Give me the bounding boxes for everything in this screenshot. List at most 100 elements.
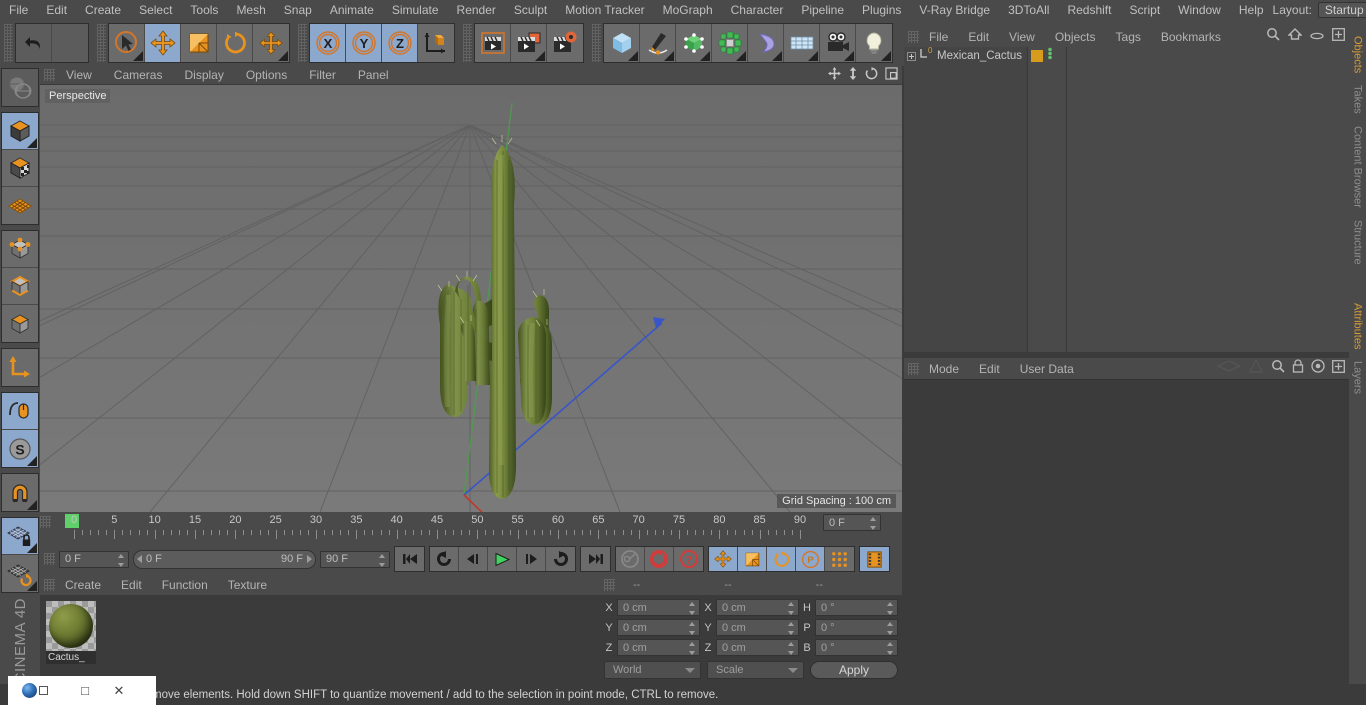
scale-tool[interactable]	[181, 24, 217, 62]
spinner-icon[interactable]	[118, 553, 125, 567]
menu-sculpt[interactable]: Sculpt	[505, 4, 556, 16]
attribute-menu-edit[interactable]: Edit	[969, 363, 1010, 375]
menu-3dtoall[interactable]: 3DToAll	[999, 4, 1058, 16]
menu-window[interactable]: Window	[1169, 4, 1230, 16]
object-layer-column[interactable]	[1067, 47, 1349, 352]
rotate-tool[interactable]	[217, 24, 253, 62]
right-tab-attributes[interactable]: Attributes	[1351, 297, 1365, 355]
ellipse-icon[interactable]	[1310, 28, 1324, 46]
play-button[interactable]	[488, 547, 517, 571]
coordinates-grip[interactable]	[604, 578, 615, 591]
spinner-icon[interactable]	[689, 642, 696, 655]
toolbar-grip-2[interactable]	[97, 24, 106, 62]
layers-icon[interactable]	[1216, 359, 1242, 378]
texture-mode-button[interactable]	[2, 150, 38, 187]
rotation-p-field[interactable]: 0 °	[815, 619, 898, 636]
object-menu-file[interactable]: File	[919, 31, 958, 43]
spinner-icon[interactable]	[788, 642, 795, 655]
rotation-b-field[interactable]: 0 °	[815, 639, 898, 656]
timeline-ruler[interactable]: 0 5 10 15 20 25 30 35 40 45 50 55 60 65 70 75 80 85 90	[55, 512, 815, 544]
make-editable-button[interactable]	[2, 69, 38, 106]
object-menu-tags[interactable]: Tags	[1106, 31, 1151, 43]
maximize-button[interactable]: □	[68, 683, 102, 698]
attribute-menu-mode[interactable]: Mode	[919, 363, 969, 375]
material-item[interactable]: Cactus_	[46, 601, 96, 664]
restore-icon[interactable]	[39, 686, 48, 695]
attribute-menu-user-data[interactable]: User Data	[1010, 363, 1084, 375]
spinner-icon[interactable]	[870, 517, 877, 530]
menu-v-ray-bridge[interactable]: V-Ray Bridge	[910, 4, 999, 16]
record-active-objects-button[interactable]	[616, 547, 645, 571]
search-icon[interactable]	[1266, 27, 1280, 46]
menu-help[interactable]: Help	[1230, 4, 1273, 16]
rotation-h-field[interactable]: 0 °	[815, 599, 898, 616]
add-nurbs-button[interactable]	[676, 24, 712, 62]
autokeying-button[interactable]	[645, 547, 674, 571]
add-light-button[interactable]	[856, 24, 892, 62]
spinner-icon[interactable]	[379, 553, 386, 567]
coordinate-system-select[interactable]: World	[604, 661, 701, 679]
object-row-mexican-cactus[interactable]: 0 Mexican_Cactus	[904, 46, 1027, 65]
toolbar-grip-4[interactable]	[463, 24, 472, 62]
position-x-field[interactable]: 0 cm	[617, 599, 700, 616]
points-mode-button[interactable]	[2, 231, 38, 268]
spinner-icon[interactable]	[689, 622, 696, 635]
material-list[interactable]: Cactus_	[40, 595, 600, 684]
menu-motion-tracker[interactable]: Motion Tracker	[556, 4, 653, 16]
lock-icon[interactable]	[1292, 359, 1304, 378]
menu-animate[interactable]: Animate	[321, 4, 383, 16]
start-frame-field[interactable]: 0 F	[59, 550, 129, 568]
size-z-field[interactable]: 0 cm	[716, 639, 799, 656]
target-icon[interactable]	[1311, 359, 1325, 378]
undo-button[interactable]	[16, 24, 52, 62]
scale-key-button[interactable]	[738, 547, 767, 571]
render-to-picture-viewer-button[interactable]	[511, 24, 547, 62]
menu-file[interactable]: File	[0, 4, 37, 16]
material-menu-create[interactable]: Create	[55, 579, 111, 591]
size-mode-select[interactable]: Scale	[707, 661, 804, 679]
menu-render[interactable]: Render	[448, 4, 505, 16]
spinner-icon[interactable]	[788, 622, 795, 635]
position-y-field[interactable]: 0 cm	[617, 619, 700, 636]
workplane-mode-button[interactable]	[2, 187, 38, 224]
size-x-field[interactable]: 0 cm	[716, 599, 799, 616]
maximize-icon[interactable]	[885, 66, 898, 85]
render-settings-button[interactable]	[547, 24, 583, 62]
right-tab-layers[interactable]: Layers	[1351, 355, 1365, 400]
perspective-viewport[interactable]: Y Z X Perspective Grid Spacing : 100 cm	[40, 85, 902, 512]
live-selection-tool[interactable]	[109, 24, 145, 62]
menu-snap[interactable]: Snap	[275, 4, 321, 16]
viewport-solo-button[interactable]: S	[2, 430, 38, 467]
x-axis-lock[interactable]: X	[310, 24, 346, 62]
material-thumbnail[interactable]	[46, 601, 96, 651]
plus-box-icon[interactable]	[1332, 359, 1345, 378]
snap-magnet-button[interactable]	[2, 474, 38, 511]
phong-tag-icon[interactable]	[1047, 47, 1053, 65]
menu-script[interactable]: Script	[1120, 4, 1169, 16]
parameter-key-button[interactable]: P	[796, 547, 825, 571]
planar-workplane-button[interactable]	[2, 555, 38, 592]
object-menu-view[interactable]: View	[999, 31, 1045, 43]
size-y-field[interactable]: 0 cm	[716, 619, 799, 636]
spinner-icon[interactable]	[788, 602, 795, 615]
viewport-menu-filter[interactable]: Filter	[298, 69, 347, 81]
object-tags-column[interactable]	[1028, 47, 1067, 352]
dolly-icon[interactable]	[848, 66, 858, 85]
menu-edit[interactable]: Edit	[37, 4, 76, 16]
material-tag-icon[interactable]	[1031, 50, 1043, 62]
point-level-animation-button[interactable]	[825, 547, 854, 571]
object-tree-column[interactable]: 0 Mexican_Cactus	[904, 46, 1028, 352]
rotation-key-button[interactable]	[767, 547, 796, 571]
close-button[interactable]: ✕	[102, 683, 136, 699]
right-tab-content-browser[interactable]: Content Browser	[1351, 120, 1365, 214]
menu-select[interactable]: Select	[130, 4, 181, 16]
range-left-arrow-icon[interactable]	[137, 555, 142, 563]
menu-pipeline[interactable]: Pipeline	[792, 4, 853, 16]
y-axis-lock[interactable]: Y	[346, 24, 382, 62]
step-back-button[interactable]	[459, 547, 488, 571]
current-frame-field[interactable]: 0 F	[823, 514, 881, 531]
render-view-button[interactable]	[475, 24, 511, 62]
material-menu-texture[interactable]: Texture	[218, 579, 277, 591]
menu-redshift[interactable]: Redshift	[1058, 4, 1120, 16]
right-tab-structure[interactable]: Structure	[1351, 214, 1365, 271]
